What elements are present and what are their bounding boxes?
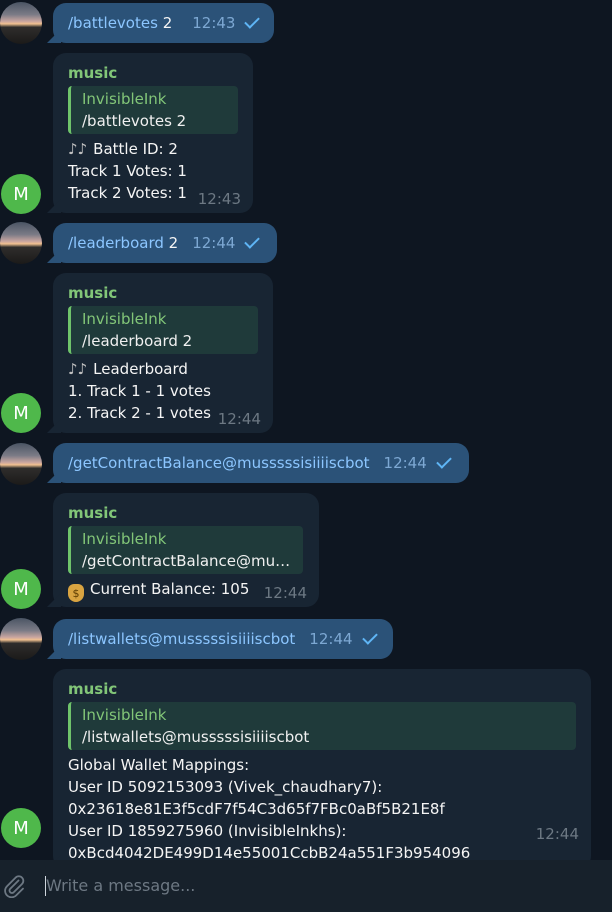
message-time: 12:43 — [192, 14, 236, 32]
sender-name[interactable]: music — [68, 679, 576, 699]
reply-author: InvisibleInk — [82, 310, 167, 328]
message-time: 12:44 — [309, 630, 353, 648]
message-line: User ID 5092153093 (Vivek_chaudhary7): — [68, 778, 383, 796]
message-line: Battle ID: 2 — [93, 140, 178, 158]
message-line: Leaderboard — [93, 360, 188, 378]
message-line: Track 1 Votes: 1 — [68, 162, 187, 180]
message-line: Global Wallet Mappings: — [68, 756, 250, 774]
outgoing-message[interactable]: /battlevotes 2 12:43 — [53, 3, 275, 43]
money-bag-icon: $ — [68, 584, 84, 602]
message-input-bar: Write a message... — [0, 860, 612, 912]
bot-avatar[interactable]: M — [1, 393, 41, 433]
sender-name[interactable]: music — [68, 63, 238, 83]
read-check-icon — [435, 453, 452, 469]
reply-author: InvisibleInk — [82, 90, 167, 108]
sender-name[interactable]: music — [68, 283, 258, 303]
command-link[interactable]: /listwallets@musssssisiiiiscbot — [68, 630, 295, 648]
message-line: Current Balance: 105 — [90, 580, 250, 598]
message-line: 0x23618e81E3f5cdF7f54C3d65f7FBc0aBf5B21E… — [68, 800, 445, 818]
command-arg: 2 — [168, 234, 179, 252]
outgoing-message[interactable]: /listwallets@musssssisiiiiscbot 12:44 — [53, 619, 393, 659]
message-list: /battlevotes 2 12:43 music InvisibleInk … — [0, 0, 612, 860]
message-time: 12:44 — [263, 584, 307, 602]
command-arg: 2 — [162, 14, 173, 32]
user-avatar[interactable] — [0, 222, 42, 264]
command-link[interactable]: /leaderboard — [68, 234, 164, 252]
read-check-icon — [244, 13, 261, 29]
message-line: 0xBcd4042DE499D14e55001CcbB24a551F3b9540… — [68, 844, 471, 860]
reply-author: InvisibleInk — [82, 530, 167, 548]
incoming-message[interactable]: music InvisibleInk /getContractBalance@m… — [53, 493, 319, 607]
read-check-icon — [244, 233, 261, 249]
message-time: 12:43 — [197, 190, 241, 208]
reply-text: /listwallets@musssssisiiiiscbot — [82, 728, 310, 746]
incoming-message[interactable]: music InvisibleInk /listwallets@musssssi… — [53, 669, 591, 860]
musical-notes-icon: ♪♪ — [68, 140, 88, 158]
incoming-message[interactable]: music InvisibleInk /battlevotes 2 ♪♪ Batt… — [53, 53, 253, 213]
reply-quote[interactable]: InvisibleInk /getContractBalance@mus... — [68, 526, 303, 574]
message-time: 12:44 — [217, 410, 261, 428]
user-avatar[interactable] — [0, 443, 42, 485]
reply-quote[interactable]: InvisibleInk /battlevotes 2 — [68, 86, 238, 134]
command-link[interactable]: /getContractBalance@musssssisiiiiscbot — [68, 454, 370, 472]
message-time: 12:44 — [192, 234, 236, 252]
read-check-icon — [361, 629, 378, 645]
paperclip-icon[interactable] — [2, 874, 26, 898]
command-link[interactable]: /battlevotes — [68, 14, 158, 32]
bot-avatar[interactable]: M — [1, 569, 41, 609]
message-time: 12:44 — [535, 825, 579, 843]
outgoing-message[interactable]: /getContractBalance@musssssisiiiiscbot 1… — [53, 443, 469, 483]
reply-text: /leaderboard 2 — [82, 332, 193, 350]
reply-text: /battlevotes 2 — [82, 112, 187, 130]
musical-notes-icon: ♪♪ — [68, 360, 88, 378]
user-avatar[interactable] — [0, 618, 42, 660]
message-line: User ID 1859275960 (InvisibleInkhs): — [68, 822, 347, 840]
sender-name[interactable]: music — [68, 503, 304, 523]
bot-avatar[interactable]: M — [1, 808, 41, 848]
incoming-message[interactable]: music InvisibleInk /leaderboard 2 ♪♪ Lead… — [53, 273, 273, 433]
bot-avatar[interactable]: M — [1, 174, 41, 214]
message-input[interactable]: Write a message... — [46, 876, 195, 895]
message-time: 12:44 — [383, 454, 427, 472]
reply-quote[interactable]: InvisibleInk /listwallets@musssssisiiiis… — [68, 702, 576, 750]
reply-quote[interactable]: InvisibleInk /leaderboard 2 — [68, 306, 258, 354]
user-avatar[interactable] — [0, 2, 42, 44]
reply-author: InvisibleInk — [82, 706, 167, 724]
message-line: 1. Track 1 - 1 votes — [68, 382, 211, 400]
reply-text: /getContractBalance@mus... — [82, 552, 293, 570]
outgoing-message[interactable]: /leaderboard 2 12:44 — [53, 223, 277, 263]
